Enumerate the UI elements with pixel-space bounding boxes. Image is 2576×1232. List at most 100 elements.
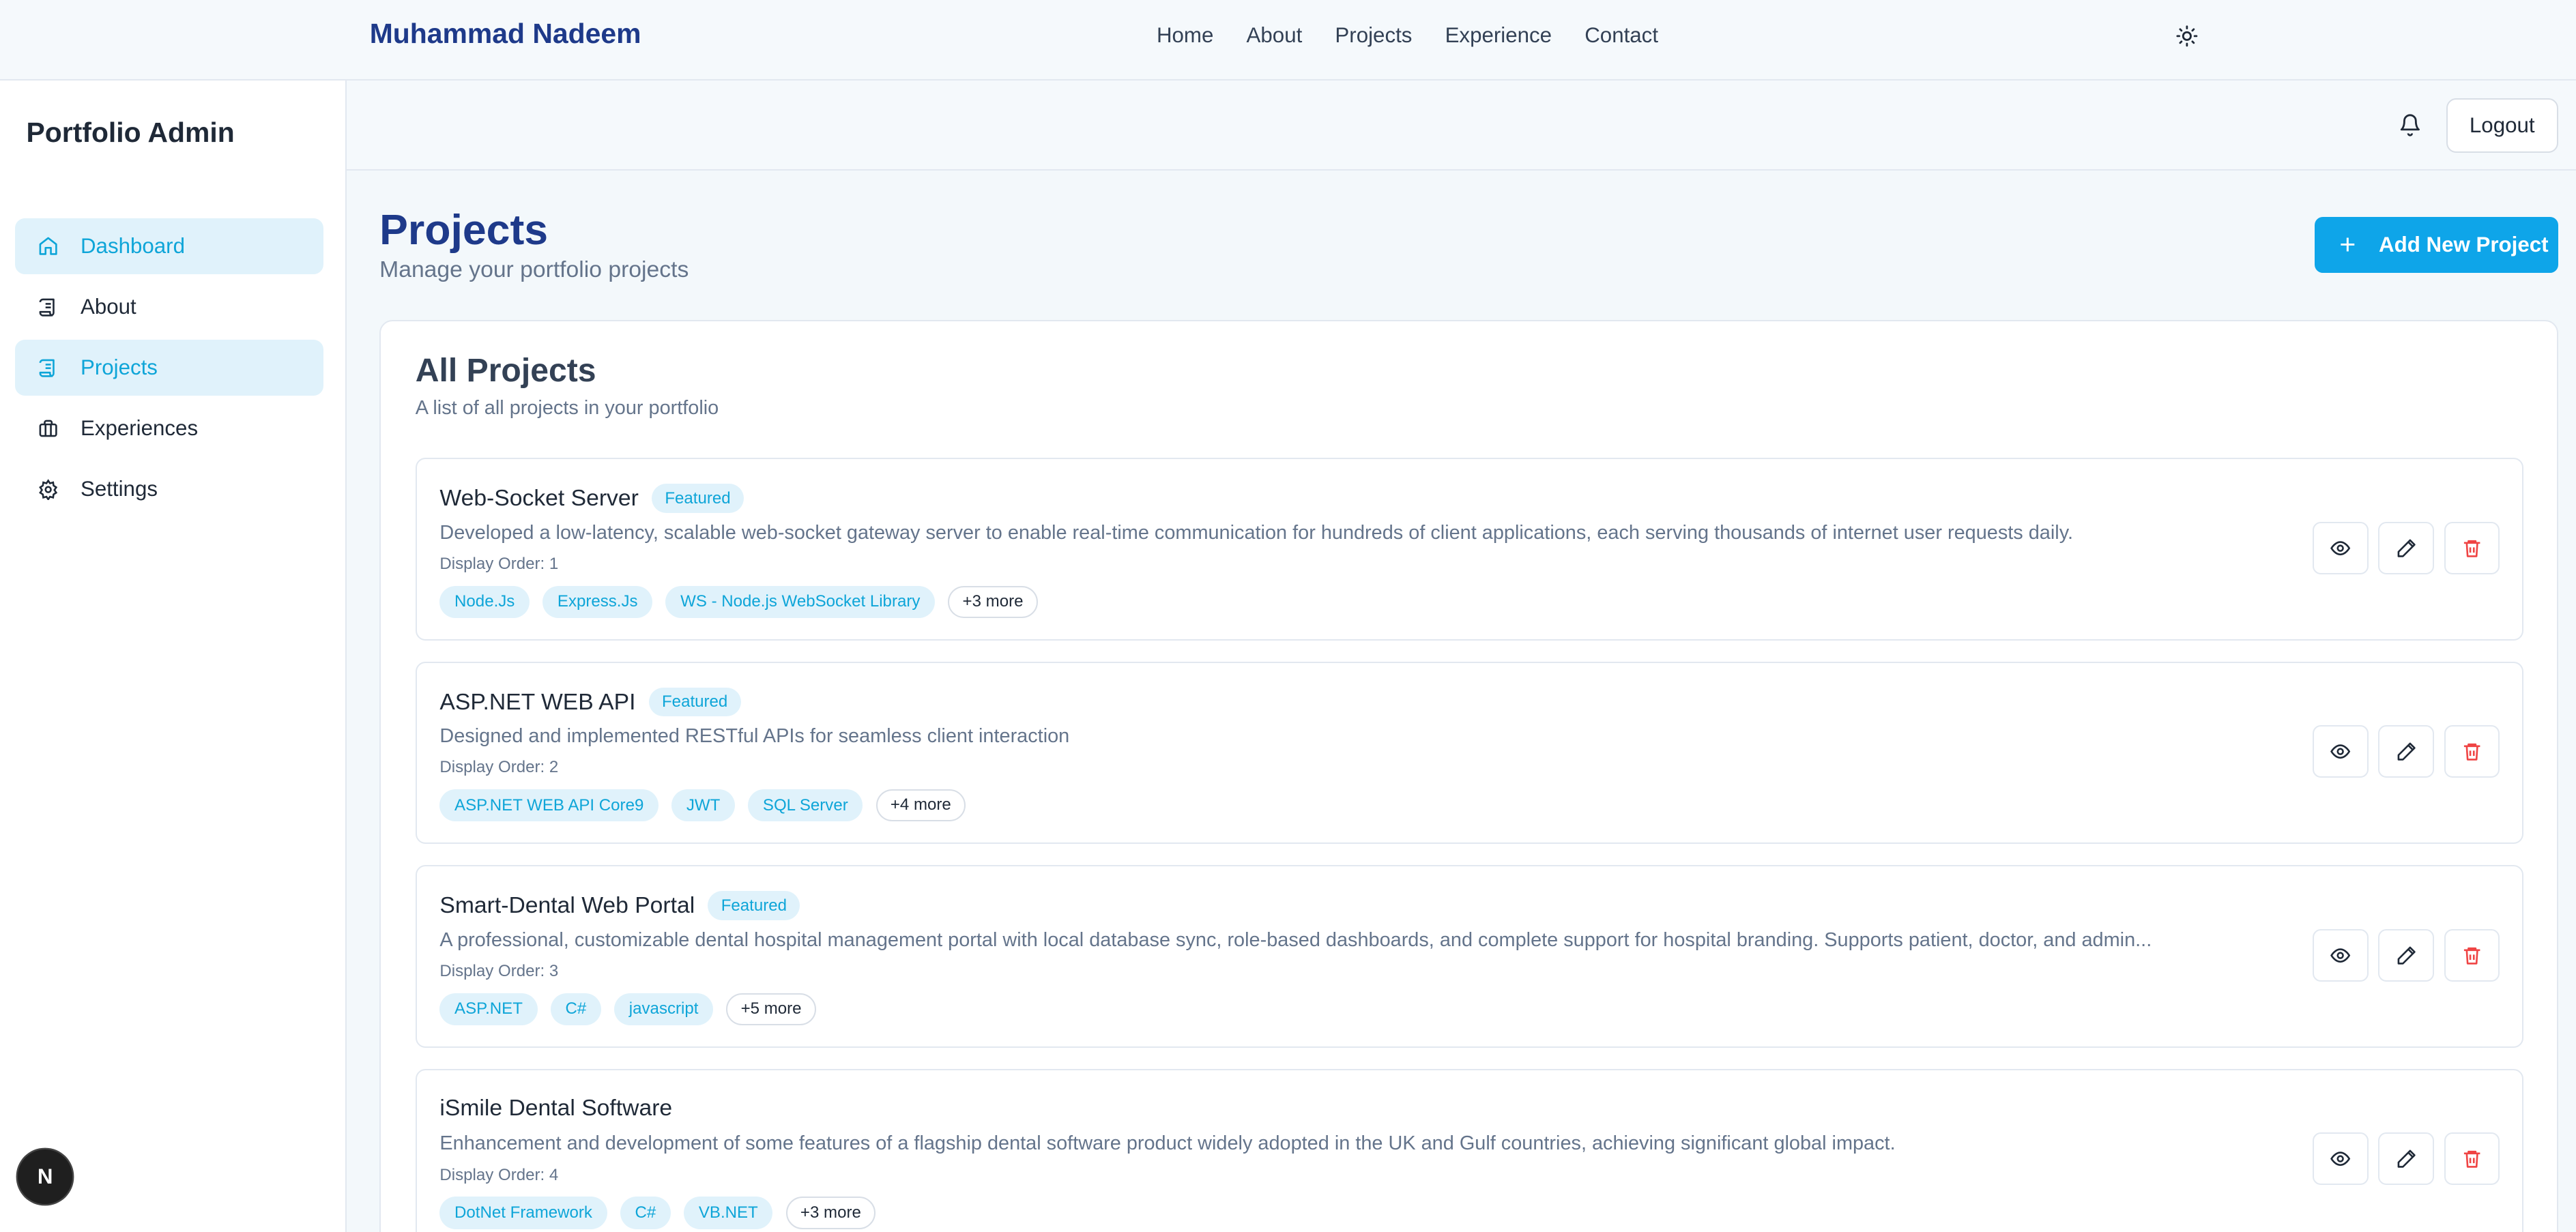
more-tags-badge: +4 more [875, 789, 966, 822]
project-display-order: Display Order: 2 [439, 758, 559, 777]
scroll-icon [39, 298, 55, 317]
top-navbar: Muhammad Nadeem Home About Projects Expe… [0, 0, 2576, 80]
card-title: All Projects [415, 351, 596, 389]
sidebar-item-label: Dashboard [80, 234, 185, 259]
project-actions [2313, 1132, 2510, 1186]
home-icon [39, 237, 58, 256]
site-brand[interactable]: Muhammad Nadeem [370, 18, 641, 50]
edit-button[interactable] [2378, 521, 2435, 574]
project-description: A professional, customizable dental hosp… [439, 928, 2152, 951]
more-tags-badge: +5 more [726, 993, 816, 1025]
sidebar-item-dashboard[interactable]: Dashboard [14, 218, 324, 275]
sidebar-item-projects[interactable]: Projects [14, 340, 324, 396]
tech-tag: DotNet Framework [439, 1197, 607, 1229]
pencil-icon [2397, 539, 2416, 557]
project-tags: ASP.NET WEB API Core9 JWT SQL Server +4 … [439, 789, 966, 822]
trash-icon [2463, 540, 2480, 557]
nav-link-projects[interactable]: Projects [1335, 23, 1412, 48]
project-tags: Node.Js Express.Js WS - Node.js WebSocke… [439, 585, 1038, 618]
tech-tag: Node.Js [439, 585, 530, 618]
project-display-order: Display Order: 1 [439, 554, 559, 573]
project-tags: ASP.NET C# javascript +5 more [439, 993, 816, 1025]
page-subtitle: Manage your portfolio projects [379, 256, 689, 282]
sidebar-item-about[interactable]: About [15, 279, 324, 335]
tech-tag: javascript [614, 993, 714, 1025]
briefcase-icon [39, 420, 58, 437]
delete-button[interactable] [2444, 521, 2500, 574]
add-project-button[interactable]: + Add New Project [2315, 216, 2558, 273]
project-item: Web-Socket Server Featured Developed a l… [415, 458, 2523, 641]
view-button[interactable] [2313, 928, 2369, 982]
sidebar: Portfolio Admin Dashboard About Projects… [0, 80, 347, 1232]
pencil-icon [2397, 946, 2416, 965]
project-item: ASP.NET WEB API Featured Designed and im… [415, 661, 2523, 845]
project-display-order: Display Order: 4 [439, 1165, 559, 1184]
project-item: iSmile Dental Software Enhancement and d… [415, 1068, 2523, 1232]
featured-badge: Featured [648, 687, 741, 717]
edit-button[interactable] [2378, 1132, 2435, 1186]
pencil-icon [2397, 742, 2416, 761]
more-tags-badge: +3 more [948, 585, 1038, 618]
scroll-icon [39, 359, 55, 377]
nav-link-contact[interactable]: Contact [1584, 23, 1658, 48]
more-tags-badge: +3 more [785, 1197, 876, 1229]
project-name: iSmile Dental Software [439, 1095, 673, 1121]
trash-icon [2463, 1151, 2480, 1168]
nav-link-home[interactable]: Home [1157, 23, 1213, 48]
tech-tag: JWT [671, 789, 735, 822]
featured-badge: Featured [708, 891, 800, 920]
card-subtitle: A list of all projects in your portfolio [415, 397, 719, 420]
project-name: ASP.NET WEB API [439, 688, 636, 715]
eye-icon [2330, 1152, 2351, 1167]
project-actions [2313, 521, 2510, 574]
sidebar-item-settings[interactable]: Settings [15, 461, 324, 517]
page-title: Projects [379, 205, 549, 254]
sidebar-item-label: Experiences [80, 416, 199, 441]
delete-button[interactable] [2444, 1132, 2500, 1186]
logout-button[interactable]: Logout [2446, 98, 2558, 153]
sun-icon[interactable] [2175, 25, 2199, 48]
bell-icon[interactable] [2399, 113, 2422, 136]
project-tags: DotNet Framework C# VB.NET +3 more [439, 1197, 876, 1229]
add-project-label: Add New Project [2379, 232, 2549, 256]
view-button[interactable] [2313, 725, 2369, 778]
project-description: Designed and implemented RESTful APIs fo… [439, 725, 1070, 748]
sidebar-title: Portfolio Admin [26, 116, 235, 148]
project-item: Smart-Dental Web Portal Featured A profe… [415, 865, 2523, 1048]
view-button[interactable] [2313, 521, 2369, 574]
delete-button[interactable] [2444, 928, 2500, 982]
project-display-order: Display Order: 3 [439, 962, 559, 981]
project-actions [2313, 928, 2510, 982]
tech-tag: Express.Js [542, 585, 653, 618]
top-nav-links: Home About Projects Experience Contact [1157, 23, 1691, 48]
featured-badge: Featured [652, 484, 744, 513]
view-button[interactable] [2313, 1132, 2369, 1186]
tech-tag: C# [620, 1197, 671, 1229]
edit-button[interactable] [2378, 928, 2435, 982]
plus-icon: + [2339, 229, 2356, 261]
tech-tag: C# [550, 993, 601, 1025]
sidebar-item-experiences[interactable]: Experiences [15, 400, 324, 456]
tech-tag: SQL Server [748, 789, 863, 822]
eye-icon [2330, 948, 2351, 963]
eye-icon [2330, 744, 2351, 759]
nav-link-experience[interactable]: Experience [1445, 23, 1552, 48]
trash-icon [2463, 744, 2480, 761]
project-description: Developed a low-latency, scalable web-so… [439, 521, 2074, 544]
gear-icon [39, 478, 58, 501]
edit-button[interactable] [2378, 725, 2435, 778]
delete-button[interactable] [2444, 725, 2500, 778]
project-name: Smart-Dental Web Portal [439, 892, 695, 919]
sidebar-item-label: Projects [80, 355, 158, 380]
nav-link-about[interactable]: About [1247, 23, 1303, 48]
tech-tag: ASP.NET [439, 993, 538, 1025]
tech-tag: VB.NET [684, 1197, 773, 1229]
nextjs-badge[interactable]: N [18, 1149, 72, 1204]
projects-card: All Projects A list of all projects in y… [379, 320, 2558, 1232]
trash-icon [2463, 947, 2480, 965]
tech-tag: WS - Node.js WebSocket Library [665, 585, 936, 618]
project-actions [2313, 725, 2510, 778]
admin-header: Logout [347, 80, 2576, 171]
project-description: Enhancement and development of some feat… [439, 1132, 1896, 1155]
tech-tag: ASP.NET WEB API Core9 [439, 789, 659, 822]
